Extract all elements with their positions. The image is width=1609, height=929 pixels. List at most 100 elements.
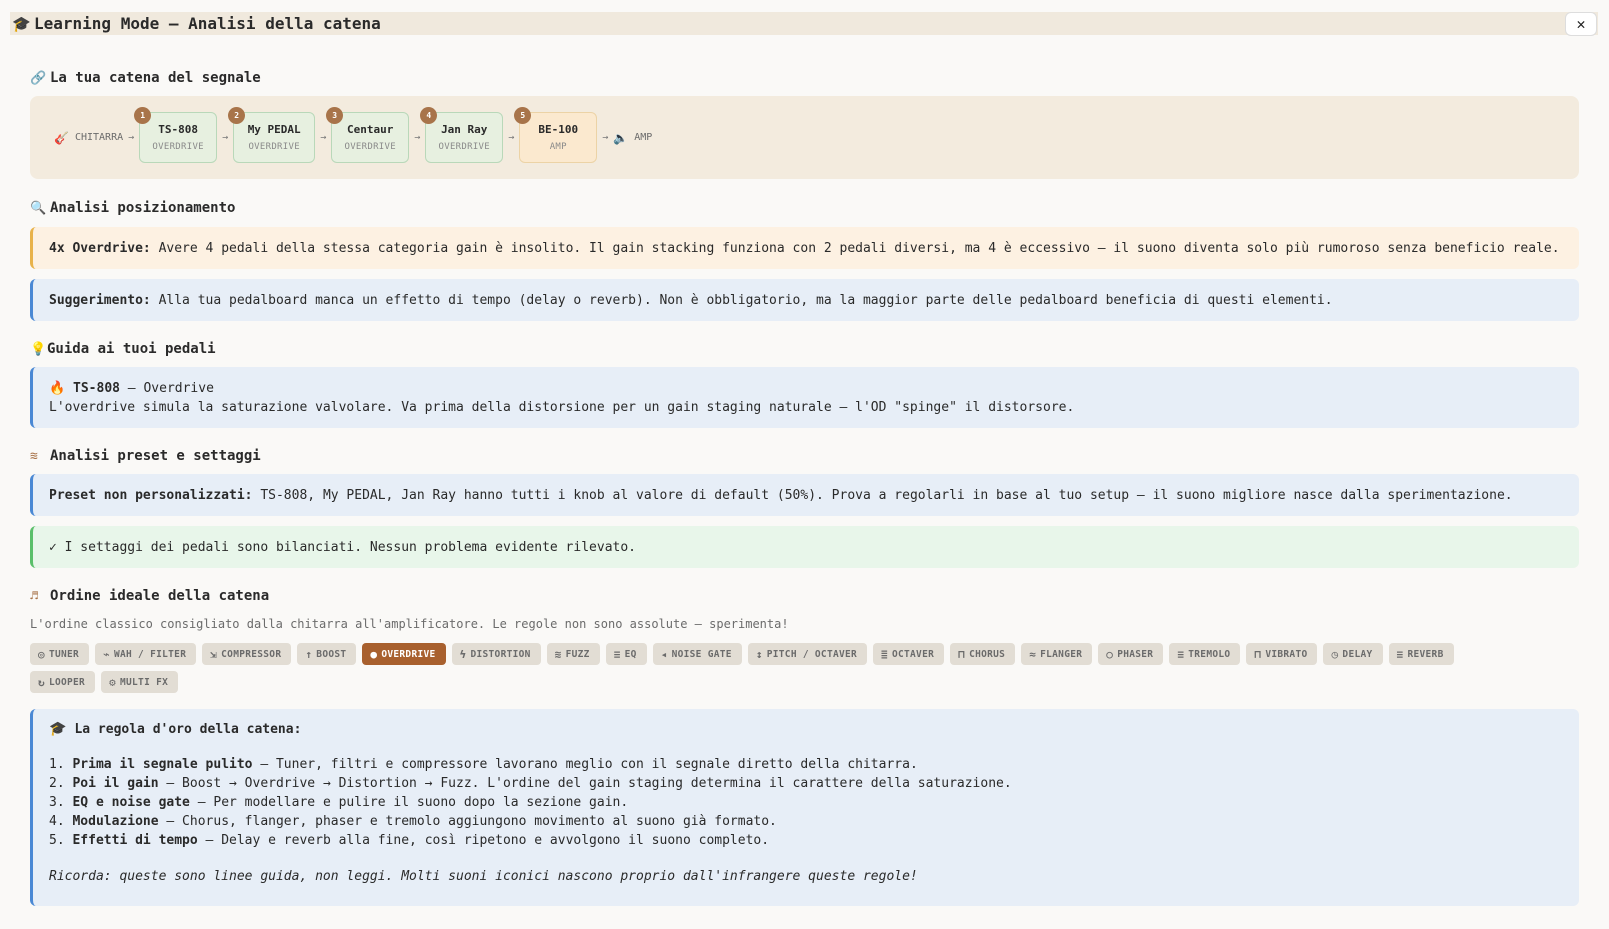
chip-wah-filter[interactable]: ⌁ WAH / FILTER [95, 643, 197, 665]
golden-rule-item: 3. EQ e noise gate — Per modellare e pul… [49, 793, 1563, 812]
window-title: Learning Mode — Analisi della catena [34, 14, 381, 33]
golden-rule-item: 1. Prima il segnale pulito — Tuner, filt… [49, 755, 1563, 774]
rule-bold: Effetti di tempo [72, 833, 198, 848]
pedal-guide-box: 🔥 TS-808 — Overdrive L'overdrive simula … [30, 367, 1579, 428]
golden-rule-item: 2. Poi il gain — Boost → Overdrive → Dis… [49, 774, 1563, 793]
lightbulb-icon: 💡 [30, 341, 47, 357]
chip-icon: ● [370, 647, 378, 661]
chain-section-header: 🔗 La tua catena del segnale [30, 68, 1579, 88]
chip-noise-gate[interactable]: ◂ NOISE GATE [652, 643, 742, 665]
chain-node-1[interactable]: 1 TS-808 OVERDRIVE [134, 107, 218, 163]
rule-bold: Modulazione [72, 814, 159, 829]
node-number-badge: 2 [228, 107, 246, 124]
node-number-badge: 4 [420, 107, 438, 124]
chip-eq[interactable]: ≡ EQ [605, 643, 647, 665]
order-description: L'ordine classico consigliato dalla chit… [30, 617, 789, 631]
chain-start: 🎸 CHITARRA [54, 131, 123, 145]
chip-label: WAH / FILTER [113, 648, 187, 660]
chip-icon: ⊓ [958, 647, 966, 661]
chip-overdrive[interactable]: ● OVERDRIVE [362, 643, 446, 665]
presets-section-header: ≋ Analisi preset e settaggi [30, 446, 1579, 466]
chip-delay[interactable]: ◷ DELAY [1323, 643, 1383, 665]
fire-icon: 🔥 [49, 380, 66, 396]
chip-vibrato[interactable]: ⊓ VIBRATO [1246, 643, 1318, 665]
sliders-icon: ≋ [30, 448, 38, 464]
chip-label: FUZZ [565, 648, 590, 660]
chain-node-3[interactable]: 3 Centaur OVERDRIVE [326, 107, 410, 163]
chip-chorus[interactable]: ⊓ CHORUS [950, 643, 1016, 665]
golden-rule-list: 1. Prima il segnale pulito — Tuner, filt… [49, 755, 1563, 850]
chip-fuzz[interactable]: ≋ FUZZ [546, 643, 600, 665]
positioning-section-header: 🔍 Analisi posizionamento [30, 198, 1579, 218]
preset-info-label: Preset non personalizzati: [49, 487, 253, 503]
chain-node-2[interactable]: 2 My PEDAL OVERDRIVE [228, 107, 316, 163]
chip-tremolo[interactable]: ≡ TREMOLO [1169, 643, 1241, 665]
golden-rule-item: 4. Modulazione — Chorus, flanger, phaser… [49, 812, 1563, 831]
chain-node-5[interactable]: 5 BE-100 AMP [514, 107, 598, 163]
chip-octaver[interactable]: ≣ OCTAVER [873, 643, 945, 665]
chip-icon: ⌁ [103, 647, 110, 661]
node-name: My PEDAL [247, 123, 301, 136]
rule-number: 4. [49, 814, 65, 829]
chip-phaser[interactable]: ○ PHASER [1098, 643, 1164, 665]
rule-text: — Per modellare e pulire il suono dopo l… [189, 795, 629, 810]
chip-icon: ◎ [38, 647, 45, 661]
node-number-badge: 3 [326, 107, 344, 124]
chain-arrow: → [222, 132, 229, 143]
warning-box: 4x Overdrive: Avere 4 pedali della stess… [30, 227, 1579, 269]
rule-text: — Delay e reverb alla fine, così ripeton… [197, 833, 770, 848]
chip-label: REVERB [1407, 648, 1444, 660]
chip-boost[interactable]: ↑ BOOST [297, 643, 357, 665]
warning-text: Avere 4 pedali della stessa categoria ga… [150, 240, 1560, 256]
node-number-badge: 1 [134, 107, 152, 124]
golden-rule-item: 5. Effetti di tempo — Delay e reverb all… [49, 831, 1563, 850]
preset-info-text: TS-808, My PEDAL, Jan Ray hanno tutti i … [252, 487, 1513, 503]
golden-rule-header: 🎓 La regola d'oro della catena: [49, 721, 1563, 737]
chip-label: OCTAVER [891, 648, 935, 660]
graduation-cap-icon: 🎓 [12, 14, 31, 33]
preset-info-box: Preset non personalizzati: TS-808, My PE… [30, 474, 1579, 516]
chip-label: COMPRESSOR [221, 648, 282, 660]
chip-icon: ◷ [1331, 647, 1339, 661]
chip-tuner[interactable]: ◎ TUNER [30, 643, 90, 665]
rule-number: 3. [49, 795, 65, 810]
chip-label: DELAY [1342, 648, 1373, 660]
chip-label: VIBRATO [1265, 648, 1308, 660]
settings-ok-box: ✓ I settaggi dei pedali sono bilanciati.… [30, 526, 1579, 568]
node-name: Jan Ray [441, 123, 488, 136]
chip-icon: ↕ [755, 647, 763, 661]
chip-compressor[interactable]: ⇲ COMPRESSOR [202, 643, 292, 665]
chip-icon: ≣ [881, 647, 888, 661]
settings-ok-text: ✓ I settaggi dei pedali sono bilanciati.… [49, 539, 636, 555]
chain-section-title: La tua catena del segnale [50, 70, 261, 86]
chip-reverb[interactable]: ≡ REVERB [1388, 643, 1454, 665]
chain-node-4[interactable]: 4 Jan Ray OVERDRIVE [420, 107, 504, 163]
chip-icon: ⊓ [1254, 647, 1262, 661]
chip-icon: ⇲ [210, 647, 218, 661]
chip-distortion[interactable]: ϟ DISTORTION [451, 643, 541, 665]
chip-looper[interactable]: ↻ LOOPER [30, 671, 96, 693]
chain-end-label: AMP [634, 132, 653, 143]
chip-pitch-octaver[interactable]: ↕ PITCH / OCTAVER [747, 643, 868, 665]
chip-flanger[interactable]: ≈ FLANGER [1021, 643, 1093, 665]
rule-number: 2. [49, 776, 65, 791]
chain-start-label: CHITARRA [74, 132, 124, 143]
golden-rule-box: 🎓 La regola d'oro della catena: 1. Prima… [30, 709, 1579, 906]
chain-end: 🔈 AMP [613, 131, 652, 145]
chip-label: MULTI FX [120, 676, 169, 688]
presets-section-title: Analisi preset e settaggi [50, 448, 261, 464]
search-icon: 🔍 [30, 200, 47, 216]
node-category: OVERDRIVE [344, 142, 396, 152]
golden-rule-title: La regola d'oro della catena: [74, 721, 302, 737]
node-category: OVERDRIVE [248, 142, 300, 152]
chip-multi-fx[interactable]: ⚙ MULTI FX [101, 671, 179, 693]
chain-arrow: → [508, 132, 515, 143]
guide-section-title: Guida ai tuoi pedali [47, 341, 216, 357]
node-name: BE-100 [538, 123, 579, 136]
golden-rule-remember: Ricorda: queste sono linee guida, non le… [49, 869, 918, 884]
guide-pedal-text: L'overdrive simula la saturazione valvol… [49, 399, 1075, 415]
rule-bold: Prima il segnale pulito [72, 757, 253, 772]
suggestion-label: Suggerimento: [49, 292, 151, 308]
title-bar: 🎓 Learning Mode — Analisi della catena [10, 12, 1598, 35]
close-button[interactable]: ✕ [1565, 12, 1597, 36]
